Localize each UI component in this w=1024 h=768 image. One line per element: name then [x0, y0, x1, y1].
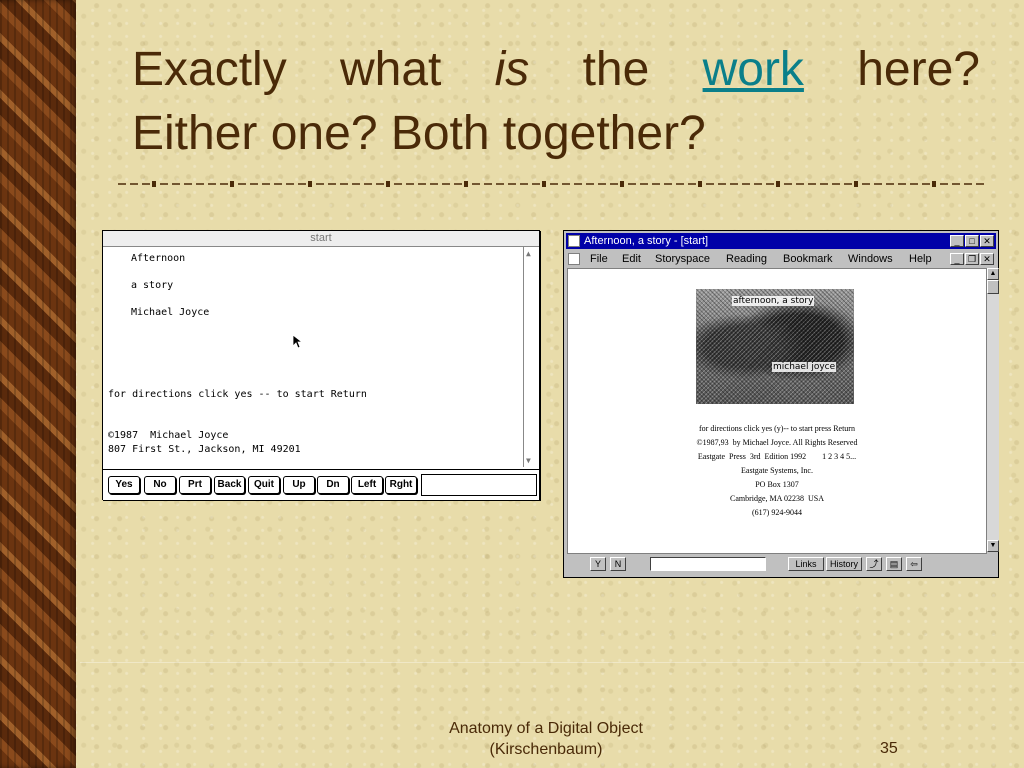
- mac-button-bar: Yes No Prt Back Quit Up Dn Left Rght: [103, 469, 539, 500]
- divider-dot: [230, 181, 234, 187]
- divider-dot: [542, 181, 546, 187]
- doc-close-icon[interactable]: ✕: [980, 253, 994, 265]
- close-icon[interactable]: ✕: [980, 235, 994, 247]
- yes-button[interactable]: Yes: [108, 476, 140, 494]
- scroll-down-icon[interactable]: ▼: [987, 540, 999, 552]
- page-number: 35: [880, 740, 898, 757]
- divider-dot: [620, 181, 624, 187]
- win-document-area[interactable]: afternoon, a story michael joyce for dir…: [567, 268, 987, 554]
- left-button[interactable]: Left: [351, 476, 383, 494]
- menu-edit[interactable]: Edit: [622, 250, 641, 268]
- mac-line: 807 First St., Jackson, MI 49201: [108, 444, 301, 455]
- title-word: the: [582, 43, 650, 96]
- photo-label-title[interactable]: afternoon, a story: [732, 296, 815, 306]
- win-line: Eastgate Press 3rd Edition 1992 1 2 3 4 …: [697, 452, 857, 461]
- mac-storyspace-window: start Afternoon a story Michael Joyce fo…: [102, 230, 540, 500]
- win-line: (617) 924-9044: [752, 508, 802, 517]
- title-word: what: [339, 43, 442, 96]
- no-button[interactable]: N: [610, 557, 626, 571]
- back-button[interactable]: Back: [214, 476, 245, 494]
- win-menubar: File Edit Storyspace Reading Bookmark Wi…: [566, 250, 996, 268]
- photo-label-author[interactable]: michael joyce: [772, 362, 837, 372]
- win-button-bar: Y N Links History ⤴ ▤ ⇦: [566, 554, 996, 574]
- divider-dot: [932, 181, 936, 187]
- win-line: Eastgate Systems, Inc.: [741, 466, 813, 475]
- back-arrow-icon[interactable]: ⇦: [906, 557, 922, 571]
- work-link[interactable]: work: [703, 38, 804, 102]
- title-word: Exactly: [132, 43, 287, 96]
- divider-dot: [854, 181, 858, 187]
- down-button[interactable]: Dn: [317, 476, 349, 494]
- title-line-2: Either one? Both together?: [132, 107, 706, 160]
- divider-dot: [152, 181, 156, 187]
- right-button[interactable]: Rght: [385, 476, 417, 494]
- scroll-up-icon[interactable]: ▲: [526, 249, 531, 258]
- footer-author-line: (Kirschenbaum): [489, 741, 603, 758]
- mac-input-field[interactable]: [421, 474, 537, 496]
- navigate-icon[interactable]: ⤴: [866, 557, 882, 571]
- print-button[interactable]: Prt: [179, 476, 211, 494]
- slide-title: Exactly what is the work here? Either on…: [132, 38, 980, 166]
- menu-help[interactable]: Help: [909, 250, 932, 268]
- maximize-icon[interactable]: □: [965, 235, 979, 247]
- cover-photo: afternoon, a story michael joyce: [696, 289, 854, 404]
- scroll-up-icon[interactable]: ▲: [987, 268, 999, 280]
- win-input-field[interactable]: [650, 557, 766, 571]
- menu-storyspace[interactable]: Storyspace: [655, 250, 710, 268]
- windows-storyspace-window: Afternoon, a story - [start] _ □ ✕ File …: [563, 230, 999, 578]
- links-button[interactable]: Links: [788, 557, 824, 571]
- menu-reading[interactable]: Reading: [726, 250, 767, 268]
- mac-text-area[interactable]: Afternoon a story Michael Joyce for dire…: [103, 247, 523, 467]
- scroll-down-icon[interactable]: ▼: [526, 456, 531, 465]
- minimize-icon[interactable]: _: [950, 235, 964, 247]
- menu-windows[interactable]: Windows: [848, 250, 893, 268]
- win-window-title: Afternoon, a story - [start]: [584, 235, 709, 247]
- divider-dot: [776, 181, 780, 187]
- mac-line: ©1987 Michael Joyce: [108, 430, 229, 441]
- footer-title: Anatomy of a Digital Object (Kirschenbau…: [400, 718, 692, 760]
- title-line-1: Exactly what is the work here?: [132, 38, 980, 102]
- doc-restore-icon[interactable]: ❐: [965, 253, 979, 265]
- title-word: here?: [857, 43, 980, 96]
- win-line: PO Box 1307: [755, 480, 799, 489]
- mac-window-title: start: [103, 231, 539, 247]
- app-icon[interactable]: [568, 235, 580, 247]
- mac-line: Michael Joyce: [131, 307, 210, 318]
- scroll-thumb[interactable]: [987, 280, 999, 294]
- footer-rule: [80, 662, 1024, 663]
- win-line: for directions click yes (y)-- to start …: [699, 424, 855, 433]
- mouse-cursor-icon: [292, 334, 304, 349]
- divider-dot: [386, 181, 390, 187]
- quit-button[interactable]: Quit: [248, 476, 280, 494]
- no-button[interactable]: No: [144, 476, 176, 494]
- divider-dot: [308, 181, 312, 187]
- win-titlebar[interactable]: Afternoon, a story - [start] _ □ ✕: [566, 233, 996, 249]
- footer-title-line: Anatomy of a Digital Object: [449, 720, 643, 737]
- mac-line: Afternoon: [131, 253, 186, 264]
- win-scrollbar[interactable]: ▲ ▼: [986, 268, 999, 552]
- doc-icon[interactable]: [568, 253, 580, 265]
- menu-bookmark[interactable]: Bookmark: [783, 250, 833, 268]
- divider-dot: [698, 181, 702, 187]
- mac-line: for directions click yes -- to start Ret…: [108, 389, 367, 400]
- dotted-divider: [118, 178, 992, 190]
- menu-file[interactable]: File: [590, 250, 608, 268]
- wood-border: [0, 0, 76, 768]
- page-icon[interactable]: ▤: [886, 557, 902, 571]
- mac-line: a story: [131, 280, 174, 291]
- mac-scrollbar[interactable]: ▲ ▼: [523, 247, 539, 467]
- title-word-is: is: [494, 43, 530, 96]
- yes-button[interactable]: Y: [590, 557, 606, 571]
- win-line: ©1987,93 by Michael Joyce. All Rights Re…: [696, 438, 858, 447]
- win-line: Cambridge, MA 02238 USA: [730, 494, 824, 503]
- up-button[interactable]: Up: [283, 476, 315, 494]
- history-button[interactable]: History: [826, 557, 862, 571]
- doc-minimize-icon[interactable]: _: [950, 253, 964, 265]
- divider-dot: [464, 181, 468, 187]
